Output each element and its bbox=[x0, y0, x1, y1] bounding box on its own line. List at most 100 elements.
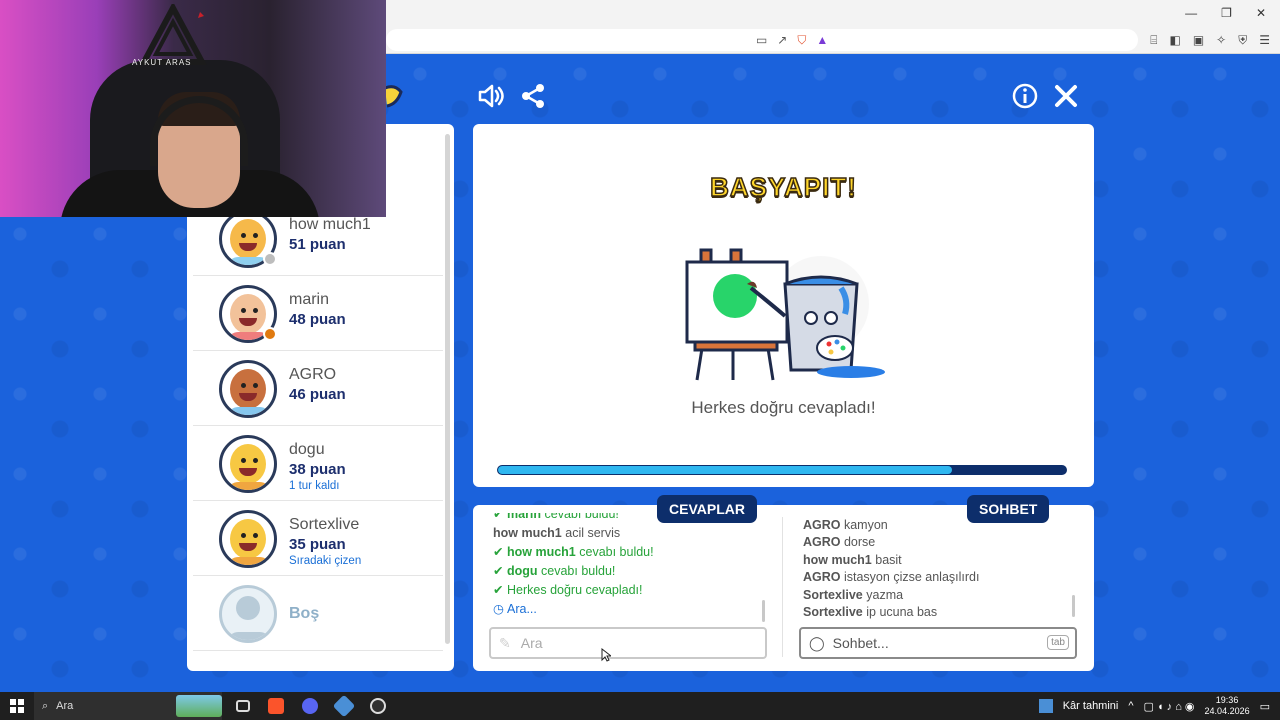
avatar-eye bbox=[241, 383, 246, 388]
result-title: BAŞYAPIT! bbox=[709, 171, 857, 203]
avatar-eye bbox=[241, 533, 246, 538]
chat-text: yazma bbox=[866, 587, 904, 602]
search-highlight-image bbox=[176, 695, 222, 717]
answer-line: ✔ Herkes doğru cevapladı! bbox=[493, 581, 767, 600]
guess-input[interactable]: ✎ Ara bbox=[489, 627, 767, 659]
close-window-button[interactable]: ✕ bbox=[1256, 6, 1266, 20]
minimize-button[interactable]: — bbox=[1185, 6, 1197, 20]
answer-line: ✔ marin cevabı buldu! bbox=[493, 513, 767, 524]
avatar-eye bbox=[253, 308, 258, 313]
vpn-icon[interactable]: ⛨ bbox=[1238, 33, 1247, 48]
streamer-logo-text: AYKUT ARAS bbox=[132, 58, 192, 67]
weather-label[interactable]: Kâr tahmini bbox=[1063, 700, 1119, 712]
mouse-cursor-icon bbox=[601, 648, 611, 662]
close-icon[interactable] bbox=[1052, 82, 1080, 110]
player-row[interactable]: AGRO 46 puan bbox=[193, 352, 443, 426]
chat-user: AGRO bbox=[803, 535, 841, 550]
round-progress-bar bbox=[497, 465, 1067, 475]
chat-user: AGRO bbox=[803, 518, 841, 532]
sidebar-icon[interactable]: ◧ bbox=[1169, 33, 1180, 48]
browser-toolbar-icons: ⌸ ◧ ▣ ✧ ⛨ ☰ bbox=[1150, 33, 1280, 48]
brave-rewards-icon[interactable]: ▲ bbox=[816, 33, 828, 47]
taskbar-search[interactable]: ⌕ Ara bbox=[34, 692, 222, 720]
taskbar-apps bbox=[236, 694, 386, 718]
notification-icon[interactable]: ▭ bbox=[1260, 700, 1270, 713]
avatar-eye bbox=[253, 533, 258, 538]
wallet-icon[interactable]: ▣ bbox=[1193, 33, 1204, 48]
player-status-dot bbox=[263, 252, 277, 266]
weather-icon[interactable] bbox=[1038, 699, 1053, 713]
avatar-face bbox=[230, 369, 266, 409]
address-field[interactable]: ▭ ↗ ⛉ ▲ bbox=[386, 29, 1139, 51]
player-score: 48 puan bbox=[289, 311, 346, 328]
discord-icon[interactable] bbox=[302, 698, 318, 714]
check-icon: ✔ bbox=[493, 513, 504, 521]
tray-chevron-icon[interactable]: ^ bbox=[1128, 700, 1133, 712]
player-row[interactable]: dogu 38 puan 1 tur kaldı bbox=[193, 427, 443, 501]
player-name: how much1 bbox=[289, 216, 371, 233]
player-avatar bbox=[219, 360, 277, 418]
player-row[interactable]: Sortexlive 35 puan Sıradaki çizen bbox=[193, 502, 443, 576]
chat-user: how much1 bbox=[803, 552, 872, 567]
tray-icons[interactable]: ▢ ◖ ♪ ⌂ ◉ bbox=[1144, 700, 1195, 713]
search-icon: ⌕ bbox=[42, 699, 49, 712]
task-view-icon[interactable] bbox=[236, 700, 250, 712]
app-icon[interactable] bbox=[332, 694, 356, 718]
chat-input-placeholder: Sohbet... bbox=[832, 635, 889, 651]
info-icon[interactable] bbox=[1011, 82, 1039, 110]
players-scrollbar[interactable] bbox=[445, 134, 450, 644]
guess-input-placeholder: Ara bbox=[520, 635, 543, 651]
menu-icon[interactable]: ☰ bbox=[1259, 33, 1270, 48]
tab-key-hint: tab bbox=[1047, 635, 1069, 650]
share-icon[interactable] bbox=[519, 82, 547, 110]
avatar-face bbox=[230, 219, 266, 259]
answer-user: dogu bbox=[507, 564, 538, 578]
avatar-shirt bbox=[228, 407, 270, 415]
brave-browser-icon[interactable] bbox=[268, 698, 284, 714]
pencil-icon: ✎ bbox=[499, 634, 511, 651]
answers-scrollbar[interactable] bbox=[762, 600, 765, 622]
chat-user: Sortexlive bbox=[803, 604, 863, 619]
player-name: AGRO bbox=[289, 366, 337, 383]
taskbar-search-placeholder: Ara bbox=[56, 700, 74, 712]
restore-button[interactable]: ❐ bbox=[1221, 6, 1232, 20]
player-name: Boş bbox=[289, 605, 320, 622]
address-bar-row: ▭ ↗ ⛉ ▲ ⌸ ◧ ▣ ✧ ⛨ ☰ bbox=[386, 28, 1280, 52]
chat-text: basit bbox=[875, 552, 902, 567]
leo-icon[interactable]: ✧ bbox=[1216, 33, 1226, 48]
avatar-face bbox=[236, 596, 260, 620]
answer-text: cevabı buldu! bbox=[579, 545, 654, 559]
avatar-eye bbox=[241, 308, 246, 313]
clock[interactable]: 19:36 24.04.2026 bbox=[1205, 695, 1250, 717]
answers-chat-panel: CEVAPLAR SOHBET ✔ marin cevabı buldu! how … bbox=[473, 495, 1094, 671]
avatar-face bbox=[230, 519, 266, 559]
player-row[interactable]: marin 48 puan bbox=[193, 277, 443, 351]
answer-line: how much1 acil servis bbox=[493, 524, 767, 543]
chat-input[interactable]: ◯ Sohbet... tab bbox=[799, 627, 1077, 659]
tab-search-icon[interactable]: ⌸ bbox=[1150, 33, 1157, 48]
player-note: 1 tur kaldı bbox=[289, 480, 340, 492]
chat-text: istasyon çizse anlaşılırdı bbox=[843, 570, 980, 585]
avatar-face bbox=[230, 294, 266, 334]
chat-line: how much1 basit bbox=[803, 552, 1073, 569]
cast-icon[interactable]: ▭ bbox=[756, 33, 767, 47]
answer-user: how much1 bbox=[507, 545, 576, 559]
start-icon[interactable] bbox=[10, 699, 24, 713]
clock-date: 24.04.2026 bbox=[1204, 706, 1250, 716]
check-icon: ✔ bbox=[493, 564, 504, 578]
player-row[interactable]: Boş bbox=[193, 577, 443, 651]
player-score: 51 puan bbox=[289, 236, 346, 253]
avatar-face bbox=[230, 444, 266, 484]
windows-taskbar: ⌕ Ara Kâr tahmini ^ ▢ ◖ ♪ ⌂ ◉ 19:36 24.0… bbox=[0, 692, 1280, 720]
clock-icon: ◷ bbox=[493, 602, 504, 616]
answer-text: Ara... bbox=[507, 602, 537, 616]
chat-text: ip ucuna bas bbox=[866, 604, 938, 619]
brave-shield-icon[interactable]: ⛉ bbox=[797, 33, 806, 48]
chat-line: AGRO dorse bbox=[803, 534, 1073, 551]
speaker-icon[interactable] bbox=[477, 82, 505, 110]
answers-log: ✔ marin cevabı buldu! how much1 acil servi… bbox=[493, 513, 767, 625]
share-page-icon[interactable]: ↗ bbox=[777, 33, 787, 47]
avatar-eye bbox=[253, 233, 258, 238]
chat-scrollbar[interactable] bbox=[1072, 595, 1075, 617]
obs-icon[interactable] bbox=[370, 698, 386, 714]
